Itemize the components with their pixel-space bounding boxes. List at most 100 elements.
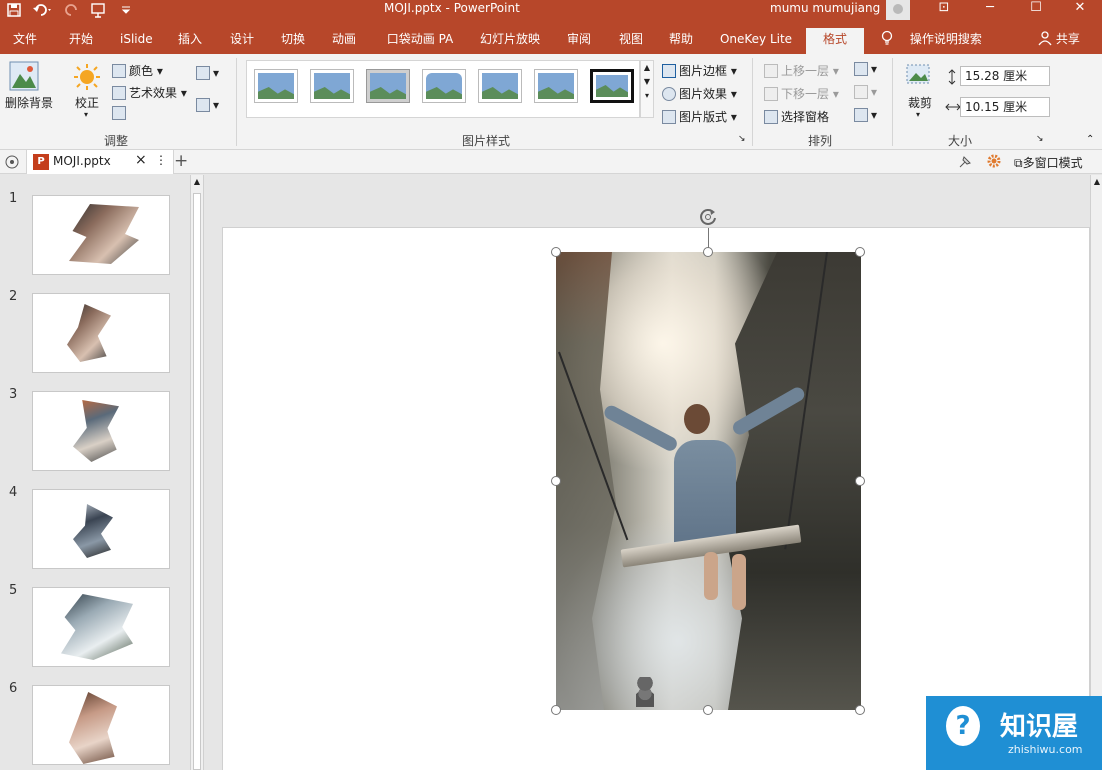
gallery-more-icon[interactable]: ▾: [641, 89, 653, 103]
change-picture-button[interactable]: ▾: [196, 98, 219, 112]
bring-forward-button[interactable]: 上移一层 ▾: [764, 62, 839, 79]
close-tab-icon[interactable]: ×: [135, 152, 147, 168]
remove-background-button[interactable]: 删除背景: [5, 94, 53, 111]
resize-handle-bottom[interactable]: [703, 705, 713, 715]
dialog-launcher-icon[interactable]: ↘: [738, 134, 746, 144]
picture-style-thumb[interactable]: [310, 69, 354, 103]
tell-me-search[interactable]: 操作说明搜索: [880, 28, 982, 50]
thumbnail-scrollbar[interactable]: ▲: [190, 175, 204, 770]
crop-dropdown-icon[interactable]: ▾: [916, 110, 920, 119]
tab-slideshow[interactable]: 幻灯片放映: [479, 28, 541, 54]
color-button[interactable]: 颜色 ▾: [112, 62, 163, 79]
rotate-objects-button[interactable]: ▾: [854, 108, 877, 122]
picture-layout-button[interactable]: 图片版式 ▾: [662, 108, 737, 125]
save-icon[interactable]: [6, 0, 22, 28]
slide-thumbnail-item[interactable]: 5: [0, 569, 190, 667]
tab-onekey-lite[interactable]: OneKey Lite: [719, 28, 793, 54]
redo-icon[interactable]: [64, 0, 80, 28]
scrollbar-thumb[interactable]: [193, 193, 201, 770]
gallery-up-icon[interactable]: ▲: [641, 61, 653, 75]
slide-thumbnail-item[interactable]: 4: [0, 471, 190, 569]
crop-button[interactable]: 裁剪: [908, 94, 932, 111]
tab-menu-icon[interactable]: ⋮: [155, 153, 167, 167]
corrections-dropdown-icon[interactable]: ▾: [84, 110, 88, 119]
undo-icon[interactable]: [32, 0, 54, 28]
tab-home[interactable]: 开始: [68, 28, 94, 54]
tab-review[interactable]: 审阅: [566, 28, 592, 54]
slide-thumbnail[interactable]: [32, 293, 170, 373]
artistic-effects-button[interactable]: 艺术效果 ▾: [112, 84, 187, 101]
send-backward-button[interactable]: 下移一层 ▾: [764, 85, 839, 102]
user-name[interactable]: mumu mumujiang: [770, 0, 880, 16]
share-button[interactable]: 共享: [1038, 28, 1080, 50]
selection-pane-button[interactable]: 选择窗格: [764, 108, 829, 125]
tab-pocket-animation[interactable]: 口袋动画 PA: [385, 28, 455, 54]
tab-help[interactable]: 帮助: [668, 28, 694, 54]
scroll-up-icon[interactable]: ▲: [191, 177, 203, 186]
height-field[interactable]: 15.28 厘米: [960, 66, 1050, 86]
customize-qat-icon[interactable]: [120, 0, 132, 28]
group-objects-button[interactable]: ▾: [854, 85, 877, 99]
rotation-handle-icon[interactable]: [697, 206, 719, 228]
resize-handle-top-right[interactable]: [855, 247, 865, 257]
slide-thumbnail[interactable]: [32, 391, 170, 471]
slide-thumbnail-item[interactable]: 1: [0, 177, 190, 275]
maximize-button[interactable]: ☐: [1018, 0, 1054, 20]
corrections-button[interactable]: 校正: [75, 94, 99, 111]
size-dialog-launcher-icon[interactable]: ↘: [1036, 134, 1044, 144]
compress-pictures-button[interactable]: ▾: [196, 66, 219, 80]
document-tab[interactable]: P MOJI.pptx × ⋮: [26, 150, 174, 174]
resize-handle-bottom-right[interactable]: [855, 705, 865, 715]
start-from-beginning-icon[interactable]: [90, 0, 110, 28]
picture-style-thumb[interactable]: [422, 69, 466, 103]
crop-icon[interactable]: [904, 62, 934, 93]
multi-window-mode-button[interactable]: ⧉多窗口模式: [1014, 154, 1083, 171]
canvas-scroll-up-icon[interactable]: ▲: [1091, 177, 1102, 186]
remove-background-icon[interactable]: [8, 60, 52, 96]
minimize-button[interactable]: ─: [972, 0, 1008, 20]
slide-thumbnail[interactable]: [32, 195, 170, 275]
slide-thumbnail[interactable]: [32, 489, 170, 569]
resize-handle-top[interactable]: [703, 247, 713, 257]
transparency-button[interactable]: [112, 106, 129, 120]
resize-handle-left[interactable]: [551, 476, 561, 486]
slide-thumbnail-item[interactable]: 2: [0, 275, 190, 373]
picture-style-thumb[interactable]: [254, 69, 298, 103]
gallery-scroll[interactable]: ▲ ▼ ▾: [640, 60, 654, 118]
slide-thumbnail[interactable]: [32, 587, 170, 667]
settings-gear-icon[interactable]: [986, 153, 1002, 172]
slide-thumbnail-item[interactable]: 6: [0, 667, 190, 765]
tab-file[interactable]: 文件: [12, 28, 38, 54]
collapse-ribbon-icon[interactable]: ⌃: [1086, 134, 1094, 145]
resize-handle-top-left[interactable]: [551, 247, 561, 257]
tab-design[interactable]: 设计: [229, 28, 255, 54]
align-button[interactable]: ▾: [854, 62, 877, 76]
tab-view[interactable]: 视图: [618, 28, 644, 54]
close-button[interactable]: ✕: [1062, 0, 1098, 20]
ribbon-display-options-button[interactable]: ⊡: [926, 0, 962, 20]
picture-style-thumb[interactable]: [478, 69, 522, 103]
pin-icon[interactable]: [956, 153, 974, 174]
tab-islide[interactable]: iSlide: [120, 28, 153, 54]
picture-style-thumb[interactable]: [534, 69, 578, 103]
selected-picture-swing-photo[interactable]: [556, 252, 861, 710]
resize-handle-right[interactable]: [855, 476, 865, 486]
gallery-down-icon[interactable]: ▼: [641, 75, 653, 89]
home-icon[interactable]: [4, 154, 20, 173]
tab-transitions[interactable]: 切换: [280, 28, 306, 54]
picture-effects-button[interactable]: 图片效果 ▾: [662, 85, 737, 102]
tab-format[interactable]: 格式: [806, 28, 864, 54]
width-field[interactable]: 10.15 厘米: [960, 97, 1050, 117]
tab-insert[interactable]: 插入: [177, 28, 203, 54]
slide-thumbnail[interactable]: [32, 685, 170, 765]
avatar[interactable]: [886, 0, 910, 20]
picture-style-thumb[interactable]: [590, 69, 634, 103]
canvas-scrollbar[interactable]: ▲: [1090, 175, 1102, 770]
picture-style-thumb[interactable]: [366, 69, 410, 103]
slide-thumbnail-item[interactable]: 3: [0, 373, 190, 471]
tab-animations[interactable]: 动画: [331, 28, 357, 54]
new-tab-icon[interactable]: +: [174, 151, 188, 171]
corrections-icon[interactable]: [72, 62, 102, 95]
resize-handle-bottom-left[interactable]: [551, 705, 561, 715]
picture-border-button[interactable]: 图片边框 ▾: [662, 62, 737, 79]
